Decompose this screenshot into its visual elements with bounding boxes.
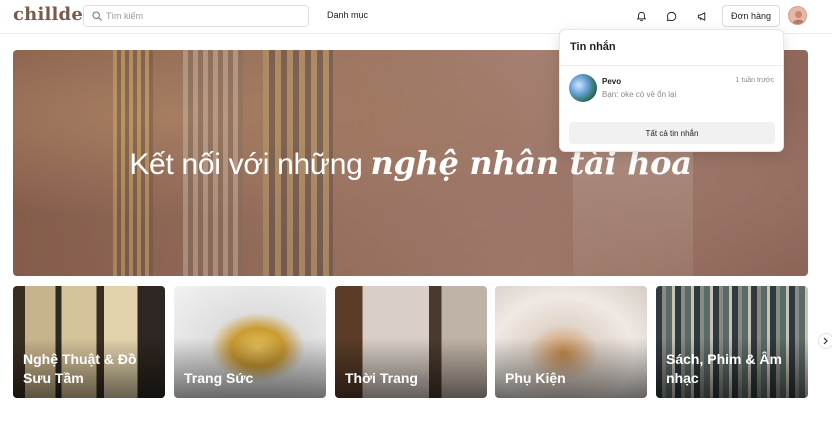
orders-button[interactable]: Đơn hàng bbox=[722, 5, 780, 27]
all-messages-button[interactable]: Tất cả tin nhắn bbox=[569, 122, 775, 144]
card-shade bbox=[335, 338, 487, 398]
message-time: 1 tuần trước bbox=[735, 77, 774, 84]
category-label: Thời Trang bbox=[345, 370, 418, 386]
divider bbox=[560, 65, 783, 66]
sender-avatar bbox=[569, 74, 597, 102]
category-card-books[interactable]: Sách, Phim & Âm nhạc bbox=[656, 286, 808, 398]
category-label: Nghệ Thuật & Đồ Sưu Tầm bbox=[23, 351, 137, 386]
user-avatar[interactable] bbox=[788, 6, 807, 25]
megaphone-icon[interactable] bbox=[694, 8, 710, 24]
card-shade bbox=[495, 338, 647, 398]
card-shade bbox=[174, 338, 326, 398]
logo[interactable]: chillde bbox=[13, 4, 83, 25]
chevron-right-icon bbox=[823, 337, 828, 345]
message-item[interactable]: Pevo 1 tuần trước Bạn: oke có vẻ ổn lại bbox=[560, 70, 783, 110]
category-label: Phụ Kiện bbox=[505, 370, 566, 386]
search-box[interactable] bbox=[83, 5, 309, 27]
category-label: Sách, Phim & Âm nhạc bbox=[666, 351, 782, 386]
carousel-next-button[interactable] bbox=[818, 333, 832, 349]
message-bubble-icon[interactable] bbox=[663, 8, 679, 24]
message-preview: Bạn: oke có vẻ ổn lại bbox=[602, 90, 677, 99]
category-card-jewelry[interactable]: Trang Sức bbox=[174, 286, 326, 398]
category-carousel: Nghệ Thuật & Đồ Sưu Tầm Trang Sức Thời T… bbox=[13, 286, 808, 398]
messages-title: Tin nhắn bbox=[570, 41, 616, 53]
notification-bell-icon[interactable] bbox=[633, 8, 649, 24]
category-card-art[interactable]: Nghệ Thuật & Đồ Sưu Tầm bbox=[13, 286, 165, 398]
sender-name: Pevo bbox=[602, 77, 622, 86]
category-card-accessories[interactable]: Phụ Kiện bbox=[495, 286, 647, 398]
messages-dropdown: Tin nhắn Pevo 1 tuần trước Bạn: oke có v… bbox=[559, 29, 784, 152]
nav-category-link[interactable]: Danh mục bbox=[327, 10, 368, 20]
category-label: Trang Sức bbox=[184, 370, 254, 386]
hero-headline-plain: Kết nối với những bbox=[129, 148, 371, 181]
search-icon bbox=[92, 11, 102, 21]
category-card-fashion[interactable]: Thời Trang bbox=[335, 286, 487, 398]
search-input[interactable] bbox=[106, 8, 304, 24]
